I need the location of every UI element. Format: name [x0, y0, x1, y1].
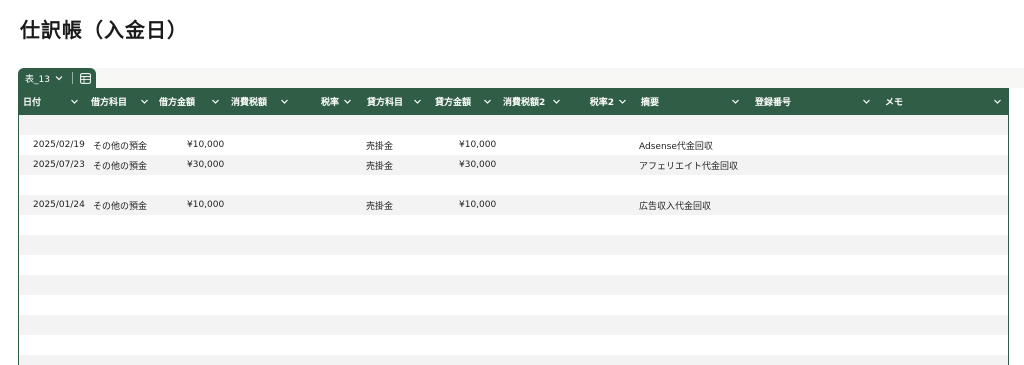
- column-header-label: 借方金額: [159, 98, 196, 108]
- table-row[interactable]: [19, 215, 1008, 235]
- column-header[interactable]: 登録番号: [747, 88, 877, 115]
- table-row[interactable]: [19, 115, 1008, 135]
- cell-debit-account[interactable]: その他の預金: [93, 135, 147, 155]
- column-header[interactable]: 税率2: [569, 88, 635, 115]
- chevron-down-icon[interactable]: [343, 97, 352, 106]
- column-header-label: 摘要: [641, 98, 660, 108]
- column-header-label: 貸方金額: [435, 98, 472, 108]
- cell-credit-account[interactable]: 売掛金: [366, 135, 393, 155]
- table-row[interactable]: 2025/01/24 その他の預金 ¥10,000 売掛金 ¥10,000 広告収入代金回…: [19, 195, 1008, 215]
- column-header-label: 税率2: [589, 98, 614, 108]
- chevron-down-icon[interactable]: [211, 97, 220, 106]
- chevron-down-icon[interactable]: [862, 97, 871, 106]
- cell-debit-amount[interactable]: ¥30,000: [187, 155, 224, 175]
- cell-date[interactable]: 2025/07/23: [33, 155, 85, 175]
- column-header[interactable]: 貸方金額: [431, 88, 499, 115]
- cell-credit-amount[interactable]: ¥10,000: [459, 195, 496, 215]
- table-row[interactable]: [19, 295, 1008, 315]
- chevron-down-icon[interactable]: [993, 97, 1002, 106]
- table-header: 日付 借方科目 借方金額 消費税額 税率 貸方科目 貸方金額 消費税額2 税率2 摘要 登録番号 メモ: [19, 88, 1008, 115]
- cell-description[interactable]: Adsense代金回収: [639, 135, 713, 155]
- column-header[interactable]: 借方金額: [155, 88, 227, 115]
- table-row[interactable]: [19, 275, 1008, 295]
- page-title: 仕訳帳（入金日）: [20, 18, 188, 42]
- column-header-label: 貸方科目: [367, 98, 404, 108]
- column-header-label: 税率: [320, 98, 339, 108]
- cell-credit-account[interactable]: 売掛金: [366, 195, 393, 215]
- tab-divider: [71, 72, 73, 84]
- chevron-down-icon[interactable]: [618, 97, 627, 106]
- table-row[interactable]: [19, 175, 1008, 195]
- cell-credit-amount[interactable]: ¥30,000: [459, 155, 496, 175]
- cell-date[interactable]: 2025/01/24: [33, 195, 85, 215]
- chevron-down-icon[interactable]: [140, 97, 149, 106]
- column-header-label: メモ: [885, 98, 904, 108]
- table-row[interactable]: [19, 355, 1008, 365]
- cell-credit-amount[interactable]: ¥10,000: [459, 135, 496, 155]
- cell-date[interactable]: 2025/02/19: [33, 135, 85, 155]
- chevron-down-icon[interactable]: [483, 97, 492, 106]
- chevron-down-icon[interactable]: [55, 74, 63, 82]
- column-header-label: 消費税額2: [503, 98, 546, 108]
- table-row[interactable]: [19, 255, 1008, 275]
- column-header[interactable]: 消費税額2: [499, 88, 569, 115]
- cell-credit-account[interactable]: 売掛金: [366, 155, 393, 175]
- table-row[interactable]: [19, 235, 1008, 255]
- column-header-label: 日付: [23, 98, 42, 108]
- cell-debit-amount[interactable]: ¥10,000: [187, 195, 224, 215]
- column-header[interactable]: 貸方科目: [363, 88, 431, 115]
- sheet-tab[interactable]: 表_13: [18, 68, 96, 88]
- cell-description[interactable]: アフェリエイト代金回収: [639, 155, 738, 175]
- sheet-tab-label: 表_13: [25, 74, 50, 85]
- cell-debit-account[interactable]: その他の預金: [93, 195, 147, 215]
- column-header[interactable]: 消費税額: [227, 88, 295, 115]
- chevron-down-icon[interactable]: [552, 97, 561, 106]
- chevron-down-icon[interactable]: [731, 97, 740, 106]
- column-header[interactable]: 税率: [295, 88, 363, 115]
- column-header-label: 消費税額: [231, 98, 268, 108]
- table-row[interactable]: 2025/07/23 その他の預金 ¥30,000 売掛金 ¥30,000 アフェリエイト…: [19, 155, 1008, 175]
- table-row[interactable]: [19, 315, 1008, 335]
- table-row[interactable]: 2025/02/19 その他の預金 ¥10,000 売掛金 ¥10,000 Adsense…: [19, 135, 1008, 155]
- sheet-tab-bar: 表_13: [18, 68, 1024, 88]
- column-header[interactable]: 借方科目: [87, 88, 155, 115]
- table-grid-icon[interactable]: [80, 72, 92, 84]
- column-header-label: 登録番号: [755, 98, 792, 108]
- chevron-down-icon[interactable]: [70, 97, 79, 106]
- cell-debit-account[interactable]: その他の預金: [93, 155, 147, 175]
- cell-debit-amount[interactable]: ¥10,000: [187, 135, 224, 155]
- table-row[interactable]: [19, 335, 1008, 355]
- chevron-down-icon[interactable]: [280, 97, 289, 106]
- column-header[interactable]: メモ: [877, 88, 1008, 115]
- journal-table: 日付 借方科目 借方金額 消費税額 税率 貸方科目 貸方金額 消費税額2 税率2 摘要 登録番号 メモ…: [18, 88, 1009, 365]
- column-header[interactable]: 日付: [19, 88, 87, 115]
- cell-description[interactable]: 広告収入代金回収: [639, 195, 711, 215]
- column-header[interactable]: 摘要: [635, 88, 747, 115]
- chevron-down-icon[interactable]: [413, 97, 422, 106]
- column-header-label: 借方科目: [91, 98, 128, 108]
